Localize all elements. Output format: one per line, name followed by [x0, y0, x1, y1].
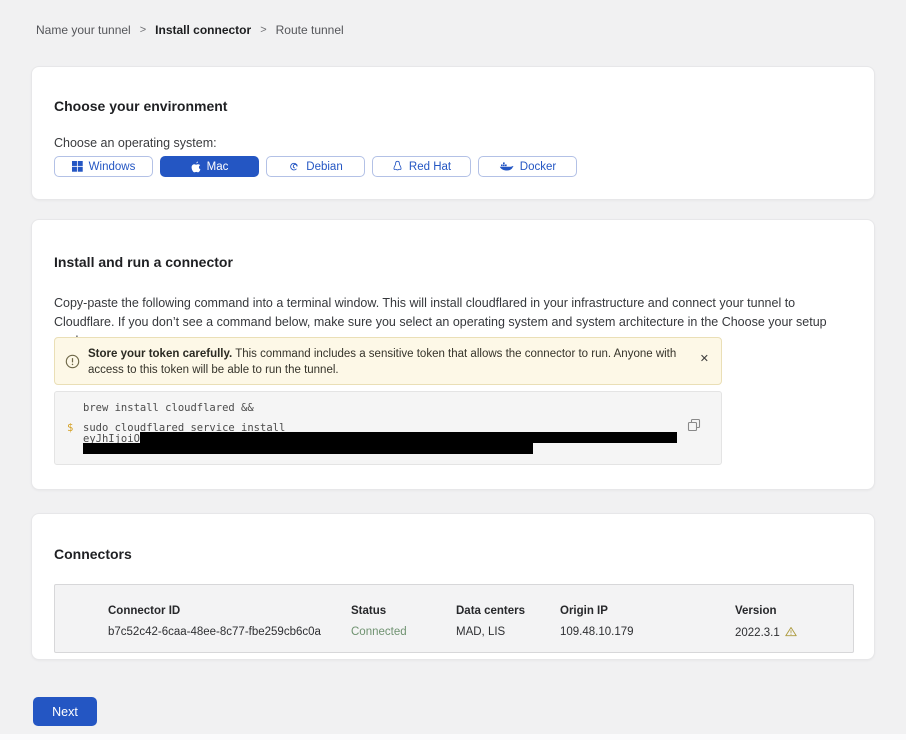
os-button-label: Windows: [89, 161, 136, 173]
cell-connector-id: b7c52c42-6caa-48ee-8c77-fbe259cb6c0a: [108, 626, 321, 638]
windows-icon: [72, 161, 83, 172]
header-origin-ip: Origin IP: [560, 605, 608, 617]
os-button-windows[interactable]: Windows: [54, 156, 153, 177]
os-button-docker[interactable]: Docker: [478, 156, 577, 177]
debian-icon: [288, 161, 300, 173]
code-line-brew-install: brew install cloudflared &&: [83, 402, 254, 414]
close-icon[interactable]: ✕: [700, 354, 709, 365]
os-select-label: Choose an operating system:: [54, 136, 217, 150]
warning-triangle-icon: [785, 626, 797, 640]
install-command-code-block: brew install cloudflared && $ sudo cloud…: [54, 391, 722, 465]
install-connector-card: Install and run a connector Copy-paste t…: [31, 219, 875, 490]
os-button-label: Mac: [207, 161, 229, 173]
header-status: Status: [351, 605, 386, 617]
os-button-label: Debian: [306, 161, 342, 173]
os-button-mac[interactable]: Mac: [160, 156, 259, 177]
os-button-group: Windows Mac Debian Red Hat: [54, 156, 577, 177]
choose-environment-title: Choose your environment: [54, 98, 227, 114]
breadcrumb-separator: >: [140, 24, 146, 36]
os-button-debian[interactable]: Debian: [266, 156, 365, 177]
connectors-card: Connectors Connector ID b7c52c42-6caa-48…: [31, 513, 875, 660]
install-connector-title: Install and run a connector: [54, 254, 233, 270]
docker-icon: [499, 161, 514, 173]
breadcrumb-install-connector[interactable]: Install connector: [155, 23, 251, 37]
version-value: 2022.3.1: [735, 627, 780, 639]
cell-data-centers: MAD, LIS: [456, 626, 505, 638]
token-warning-text: Store your token carefully. This command…: [88, 346, 688, 378]
connectors-table: Connector ID b7c52c42-6caa-48ee-8c77-fbe…: [54, 584, 854, 653]
token-warning-bold: Store your token carefully.: [88, 348, 232, 360]
os-button-label: Docker: [520, 161, 556, 173]
redhat-linux-icon: [392, 160, 403, 173]
copy-icon[interactable]: [687, 418, 701, 432]
choose-environment-card: Choose your environment Choose an operat…: [31, 66, 875, 200]
tunnel-setup-page: Name your tunnel > Install connector > R…: [0, 0, 906, 740]
cell-origin-ip: 109.48.10.179: [560, 626, 634, 638]
shell-prompt: $: [67, 422, 73, 434]
header-connector-id: Connector ID: [108, 605, 180, 617]
connectors-title: Connectors: [54, 546, 132, 562]
cell-version: 2022.3.1: [735, 626, 797, 640]
alert-circle-icon: [65, 354, 80, 369]
breadcrumb-route-tunnel[interactable]: Route tunnel: [276, 23, 344, 37]
page-bottom-strip: [0, 734, 906, 740]
breadcrumb-separator: >: [260, 24, 266, 36]
breadcrumb-name-your-tunnel[interactable]: Name your tunnel: [36, 23, 131, 37]
token-warning-banner: Store your token carefully. This command…: [54, 337, 722, 385]
os-button-label: Red Hat: [409, 161, 451, 173]
redacted-token-bar: [83, 443, 533, 454]
breadcrumb: Name your tunnel > Install connector > R…: [36, 23, 344, 37]
apple-icon: [191, 161, 201, 173]
header-version: Version: [735, 605, 777, 617]
os-button-redhat[interactable]: Red Hat: [372, 156, 471, 177]
next-button[interactable]: Next: [33, 697, 97, 726]
header-data-centers: Data centers: [456, 605, 525, 617]
status-badge: Connected: [351, 626, 407, 638]
redacted-token-bar: [140, 432, 677, 443]
